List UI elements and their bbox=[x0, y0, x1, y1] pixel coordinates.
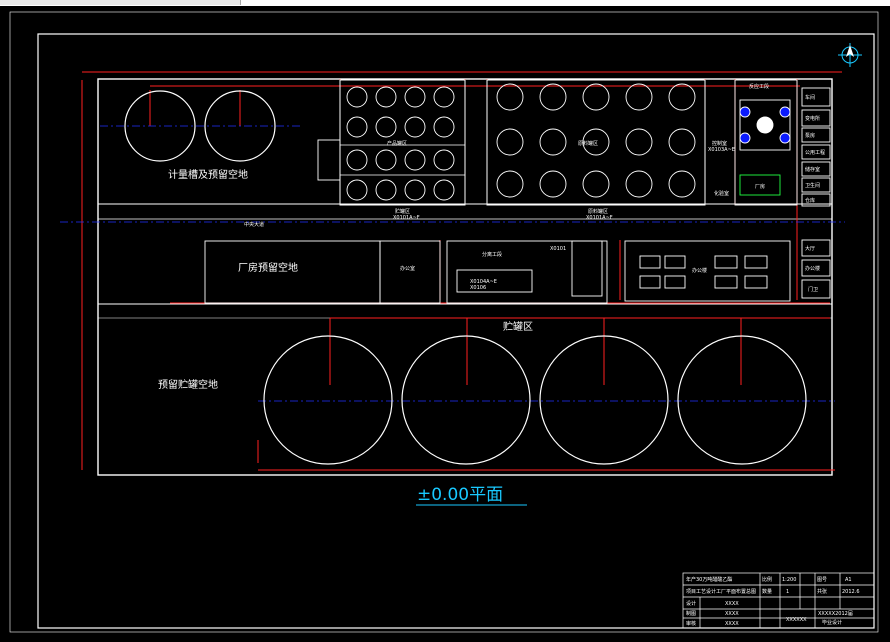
tb-project-line2: 项目工艺设计工厂平面布置总图 bbox=[686, 588, 756, 595]
label-storage-room: 储存室 bbox=[805, 166, 820, 173]
zone-label-metering: 计量槽及预留空地 bbox=[168, 168, 248, 181]
tb-designer-label: 设计 bbox=[686, 600, 696, 607]
label-substation: 变电所 bbox=[805, 115, 820, 122]
label-factory: 厂房 bbox=[755, 183, 765, 190]
label-main-road: 中央大道 bbox=[244, 221, 264, 228]
label-admin-2: 办公楼 bbox=[692, 267, 707, 274]
label-storage-tag-2: 原料罐区 bbox=[588, 208, 608, 215]
label-separation: 分离工段 bbox=[482, 251, 502, 258]
tb-sheet-label: 共张 bbox=[817, 588, 827, 595]
label-equip-id-2: X0101A~F bbox=[586, 215, 613, 221]
tb-drawing-no-value: A1 bbox=[845, 577, 852, 583]
label-admin: 办公楼 bbox=[805, 265, 820, 272]
tb-course-value2: 毕业设计 bbox=[822, 619, 842, 626]
dimension-lines bbox=[81, 71, 842, 471]
zone-label-factory: 厂房预留空地 bbox=[238, 261, 298, 274]
tb-checker-value: XXXX bbox=[725, 621, 739, 627]
sheet-border bbox=[9, 11, 879, 633]
label-pump: 泵房 bbox=[805, 132, 815, 139]
label-office: 办公室 bbox=[400, 265, 415, 272]
tb-designer-value: XXXX bbox=[725, 601, 739, 607]
tb-drawn-label: 制图 bbox=[686, 610, 696, 617]
label-workshop: 车间 bbox=[805, 94, 815, 101]
label-ctrl: 控制室 bbox=[712, 140, 727, 147]
tb-course-value: XXXXX2012届 bbox=[818, 611, 853, 617]
cad-drawing-canvas[interactable]: 计量槽及预留空地 厂房预留空地 贮罐区 预留贮罐空地 中央大道 贮罐区 X010… bbox=[0, 0, 890, 642]
north-arrow-icon bbox=[838, 43, 862, 67]
label-lab: 化验室 bbox=[714, 190, 729, 197]
label-material-tank: 原料罐区 bbox=[578, 140, 598, 147]
label-reactor: 反应工段 bbox=[749, 83, 769, 90]
label-storage-tag-1: 贮罐区 bbox=[395, 208, 410, 215]
tb-school-value: XXXXXX bbox=[786, 617, 807, 623]
tb-drawn-value: XXXX bbox=[725, 611, 739, 617]
drawing-title: ±0.00平面 bbox=[417, 485, 503, 505]
drawing-border bbox=[37, 33, 875, 629]
tb-drawing-no-label: 图号 bbox=[817, 577, 827, 583]
label-x0101: X0101 bbox=[550, 246, 566, 252]
tb-qty-value: 1 bbox=[786, 589, 789, 595]
label-guard: 门卫 bbox=[808, 286, 818, 293]
label-utility: 公用工程 bbox=[805, 149, 825, 156]
tb-sheet-value: 2012.6 bbox=[842, 589, 860, 595]
label-warehouse: 仓库 bbox=[805, 197, 815, 204]
tb-project-line1: 年产30万吨醋酸乙酯 bbox=[686, 576, 732, 583]
tb-checker-label: 审核 bbox=[686, 620, 696, 627]
tb-qty-label: 数量 bbox=[762, 588, 772, 595]
zone-label-tanks: 贮罐区 bbox=[503, 320, 533, 333]
tb-scale-label: 比例 bbox=[762, 576, 772, 583]
storage-tanks bbox=[263, 335, 807, 465]
label-toilet: 卫生间 bbox=[805, 182, 820, 189]
label-equip-id-1: X0101A~F bbox=[393, 215, 420, 221]
zone-label-reserved-tanks: 预留贮罐空地 bbox=[158, 378, 218, 391]
reactor-block bbox=[734, 79, 798, 206]
tb-scale-value: 1:200 bbox=[782, 577, 796, 583]
label-id-plate: X0103A~E bbox=[708, 147, 735, 153]
middle-buildings bbox=[204, 139, 791, 304]
label-x0106: X0106 bbox=[470, 285, 486, 291]
label-product-tank: 产品罐区 bbox=[387, 140, 407, 147]
label-hall: 大厅 bbox=[805, 245, 815, 252]
axis-lines bbox=[60, 125, 845, 402]
